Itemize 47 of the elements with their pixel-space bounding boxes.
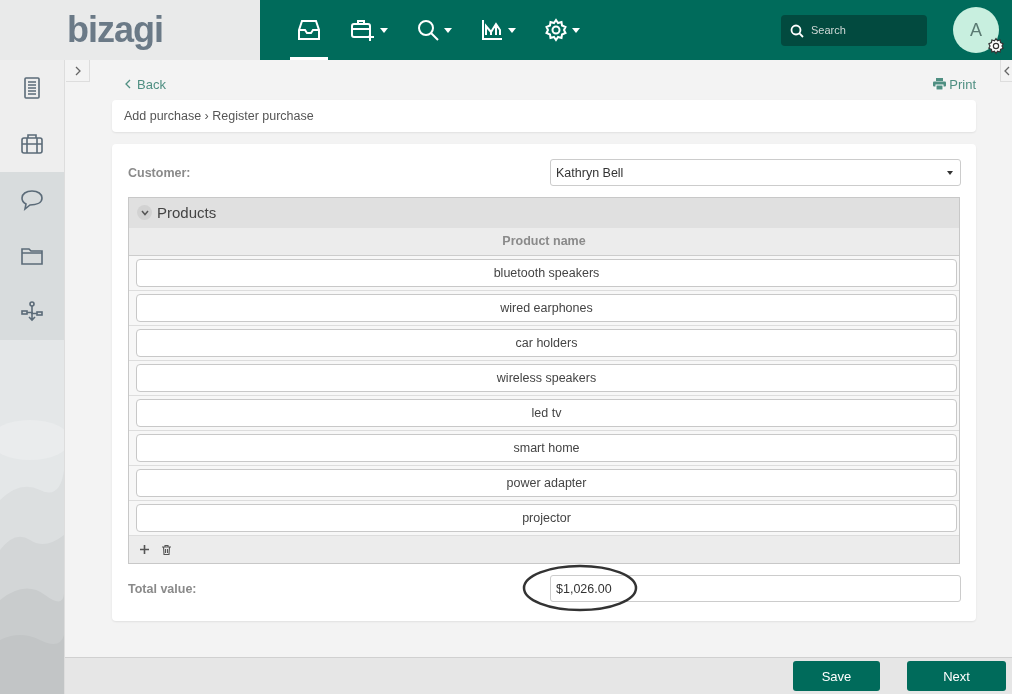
field-label: Total value:: [128, 581, 198, 596]
trash-icon: [161, 544, 171, 555]
briefcase-plus-icon: [350, 18, 376, 42]
settings-icon: [544, 18, 568, 42]
action-button[interactable]: Save: [793, 661, 880, 691]
chevron-left-icon: [1004, 65, 1010, 76]
chevron-left-icon: [125, 79, 131, 89]
printer-icon: [933, 78, 947, 90]
search-icon: [416, 18, 440, 42]
product-field[interactable]: smart home: [136, 434, 957, 462]
plus-icon: [139, 545, 149, 554]
product-field[interactable]: power adapter: [136, 469, 957, 497]
caret-icon: [508, 27, 516, 33]
sidebar-item[interactable]: [0, 116, 64, 172]
field-label: Customer:: [128, 165, 192, 180]
breadcrumb: Add purchase › Register purchase: [112, 100, 976, 132]
chat-icon: [20, 188, 44, 212]
action-button[interactable]: Next: [907, 661, 1006, 691]
customer-dropdown[interactable]: Kathryn Bell: [550, 159, 961, 186]
flow-diagram-icon: [20, 300, 44, 324]
back-link[interactable]: Back: [125, 76, 166, 92]
logo: bizagi: [67, 9, 163, 51]
collapse-button[interactable]: [137, 205, 152, 220]
caret-icon: [947, 170, 953, 175]
chevron-right-icon: [74, 65, 81, 76]
print-link[interactable]: Print: [933, 76, 976, 92]
column-header: Product name: [129, 227, 959, 256]
inbox-icon: [296, 18, 322, 42]
panel-title: Products: [157, 204, 217, 221]
chart-icon: [480, 18, 504, 42]
caret-icon: [444, 27, 452, 33]
product-field[interactable]: wired earphones: [136, 294, 957, 322]
chevron-icon: [140, 209, 149, 216]
product-field[interactable]: bluetooth speakers: [136, 259, 957, 287]
total-value-field[interactable]: $1,026.00: [550, 575, 961, 602]
caret-icon: [380, 27, 388, 33]
product-field[interactable]: led tv: [136, 399, 957, 427]
expand-panel-button[interactable]: [1000, 60, 1012, 82]
caret-icon: [572, 27, 580, 33]
sidebar-item[interactable]: [0, 60, 64, 116]
briefcase-icon: [20, 132, 44, 156]
avatar[interactable]: A: [953, 7, 999, 53]
search-field[interactable]: Search: [781, 14, 927, 46]
product-field[interactable]: projector: [136, 504, 957, 532]
product-field[interactable]: car holders: [136, 329, 957, 357]
product-field[interactable]: wireless speakers: [136, 364, 957, 392]
gear-icon[interactable]: [987, 37, 1005, 55]
